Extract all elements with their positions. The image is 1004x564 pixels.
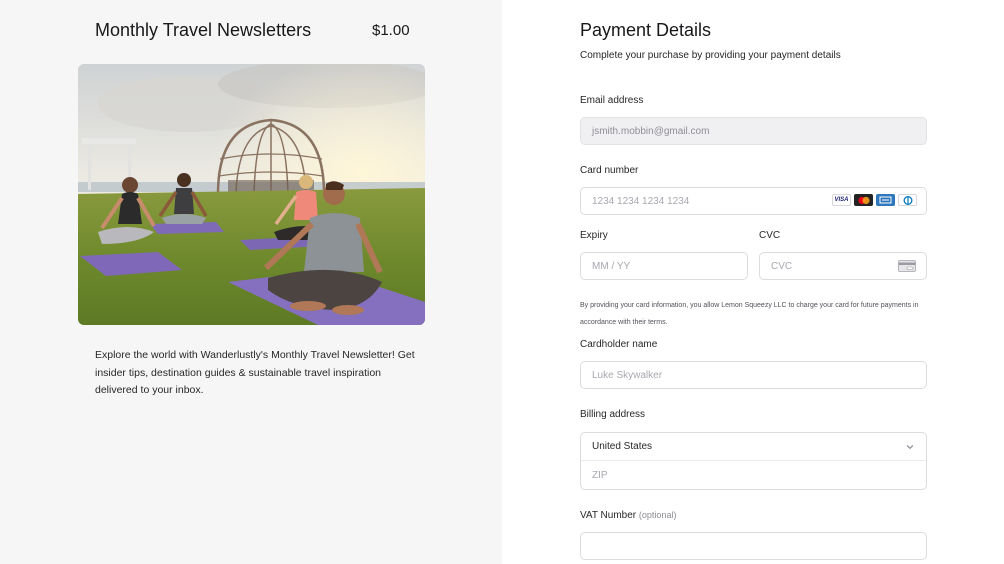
chevron-down-icon [906,445,914,449]
payment-title: Payment Details [580,20,712,40]
payment-panel: Payment Details Complete your purchase b… [502,0,1004,564]
vat-optional-text: (optional) [638,510,677,520]
expiry-label: Expiry [580,230,608,241]
card-number-wrapper: VISA [580,187,927,215]
visa-icon: VISA [832,194,851,206]
product-price: $1.00 [372,22,410,39]
email-field: jsmith.mobbin@gmail.com [580,117,927,145]
vat-input[interactable] [580,532,927,560]
diners-icon [898,194,917,206]
cvc-wrapper [759,252,927,280]
payment-subtitle: Complete your purchase by providing your… [580,50,841,61]
card-number-label: Card number [580,165,639,176]
product-panel: Monthly Travel Newsletters $1.00 Explore… [0,0,502,564]
card-brand-icons: VISA [832,194,917,206]
product-description: Explore the world with Wanderlustly's Mo… [95,349,415,396]
country-select[interactable]: United States [581,433,926,461]
billing-address-box: United States [580,432,927,490]
email-value: jsmith.mobbin@gmail.com [592,125,710,137]
billing-address-label: Billing address [580,409,646,420]
vat-label-text: VAT Number [580,510,637,521]
amex-icon [876,194,895,206]
cardholder-input[interactable] [580,361,927,389]
country-value: United States [592,441,653,452]
vat-label: VAT Number (optional) [580,510,676,521]
product-title: Monthly Travel Newsletters [95,20,312,40]
cvc-label: CVC [759,230,781,241]
cardholder-label: Cardholder name [580,339,658,350]
expiry-input[interactable] [580,252,748,280]
card-cvc-icon [898,260,916,272]
email-label: Email address [580,95,644,106]
consent-note: By providing your card information, you … [580,302,919,326]
product-image [78,64,425,325]
zip-input[interactable] [581,462,926,489]
mastercard-icon [854,194,873,206]
